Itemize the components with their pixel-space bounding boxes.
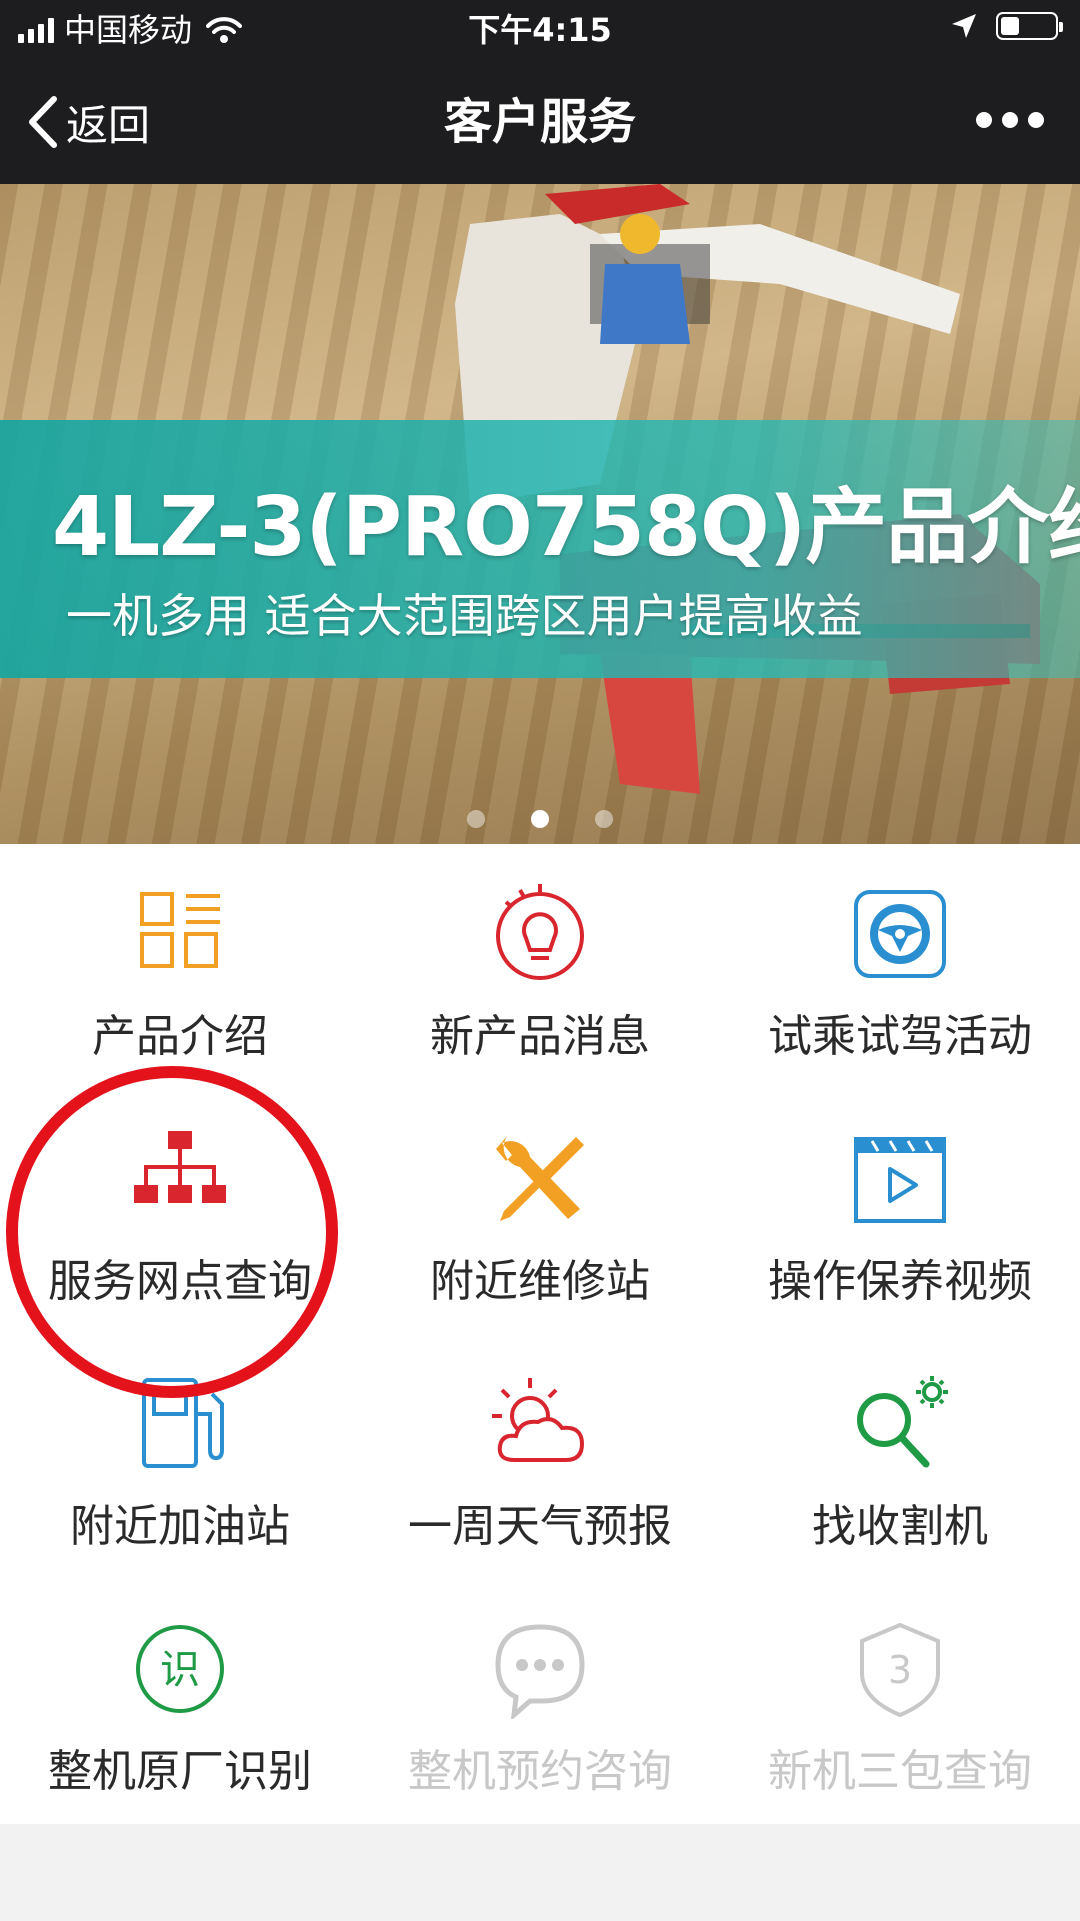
menu-label: 整机预约咨询 <box>408 1746 672 1797</box>
identify-badge-icon: 识 <box>136 1625 224 1713</box>
menu-label: 产品介绍 <box>92 1011 268 1062</box>
status-time: 下午4:15 <box>468 11 612 49</box>
menu-maintenance-video[interactable]: 操作保养视频 <box>720 1089 1080 1334</box>
shield-badge-text: 3 <box>888 1648 912 1692</box>
identify-badge-text: 识 <box>160 1647 200 1693</box>
menu-original-identify[interactable]: 识 整机原厂识别 <box>0 1579 360 1824</box>
menu-test-drive[interactable]: 试乘试驾活动 <box>720 844 1080 1089</box>
steering-wheel-icon <box>854 890 946 978</box>
menu-label: 试乘试驾活动 <box>768 1011 1032 1062</box>
video-play-icon <box>854 1137 946 1223</box>
menu-label: 附近加油站 <box>70 1501 290 1552</box>
carousel-indicator[interactable] <box>0 810 1080 828</box>
battery-level <box>1001 17 1019 35</box>
carousel-dot-1[interactable] <box>467 810 485 828</box>
wrench-screwdriver-icon <box>496 1135 584 1221</box>
lightbulb-icon <box>496 884 584 980</box>
carousel-dot-2[interactable] <box>531 810 549 828</box>
menu-label: 新机三包查询 <box>768 1746 1032 1797</box>
menu-new-product-news[interactable]: 新产品消息 <box>360 844 720 1089</box>
sun-cloud-icon <box>492 1378 585 1462</box>
more-menu-button[interactable] <box>976 112 1044 128</box>
menu-nearby-repair[interactable]: 附近维修站 <box>360 1089 720 1334</box>
shield-three-icon: 3 <box>860 1622 940 1718</box>
menu-label: 一周天气预报 <box>408 1501 672 1552</box>
banner-subtitle: 一机多用 适合大范围跨区用户提高收益 <box>66 589 863 643</box>
menu-weekly-weather[interactable]: 一周天气预报 <box>360 1334 720 1579</box>
menu-label: 新产品消息 <box>430 1011 650 1062</box>
status-bar: 中国移动 下午4:15 <box>0 0 1080 60</box>
menu-label: 操作保养视频 <box>768 1256 1032 1307</box>
menu-label: 找收割机 <box>812 1501 988 1552</box>
more-dots-icon <box>976 112 992 128</box>
banner-title: 4LZ-3(PRO758Q)产品介绍 <box>52 480 1080 575</box>
location-arrow-icon <box>952 14 976 38</box>
chat-bubble-icon <box>495 1624 585 1719</box>
menu-label: 整机原厂识别 <box>48 1746 312 1797</box>
menu-find-harvester[interactable]: 找收割机 <box>720 1334 1080 1579</box>
menu-appointment-consult[interactable]: 整机预约咨询 <box>360 1579 720 1824</box>
grid-list-icon <box>140 892 220 968</box>
menu-product-intro[interactable]: 产品介绍 <box>0 844 360 1089</box>
menu-label: 附近维修站 <box>430 1256 650 1307</box>
promo-banner[interactable]: 4LZ-3(PRO758Q)产品介绍 一机多用 适合大范围跨区用户提高收益 <box>0 184 1080 844</box>
navigation-bar: 返回 客户服务 <box>0 60 1080 184</box>
page-title: 客户服务 <box>443 94 636 150</box>
status-bar-right <box>950 12 1063 40</box>
carousel-dot-3[interactable] <box>595 810 613 828</box>
search-gear-icon <box>857 1376 948 1468</box>
menu-warranty-query[interactable]: 3 新机三包查询 <box>720 1579 1080 1824</box>
battery-icon <box>996 12 1063 40</box>
